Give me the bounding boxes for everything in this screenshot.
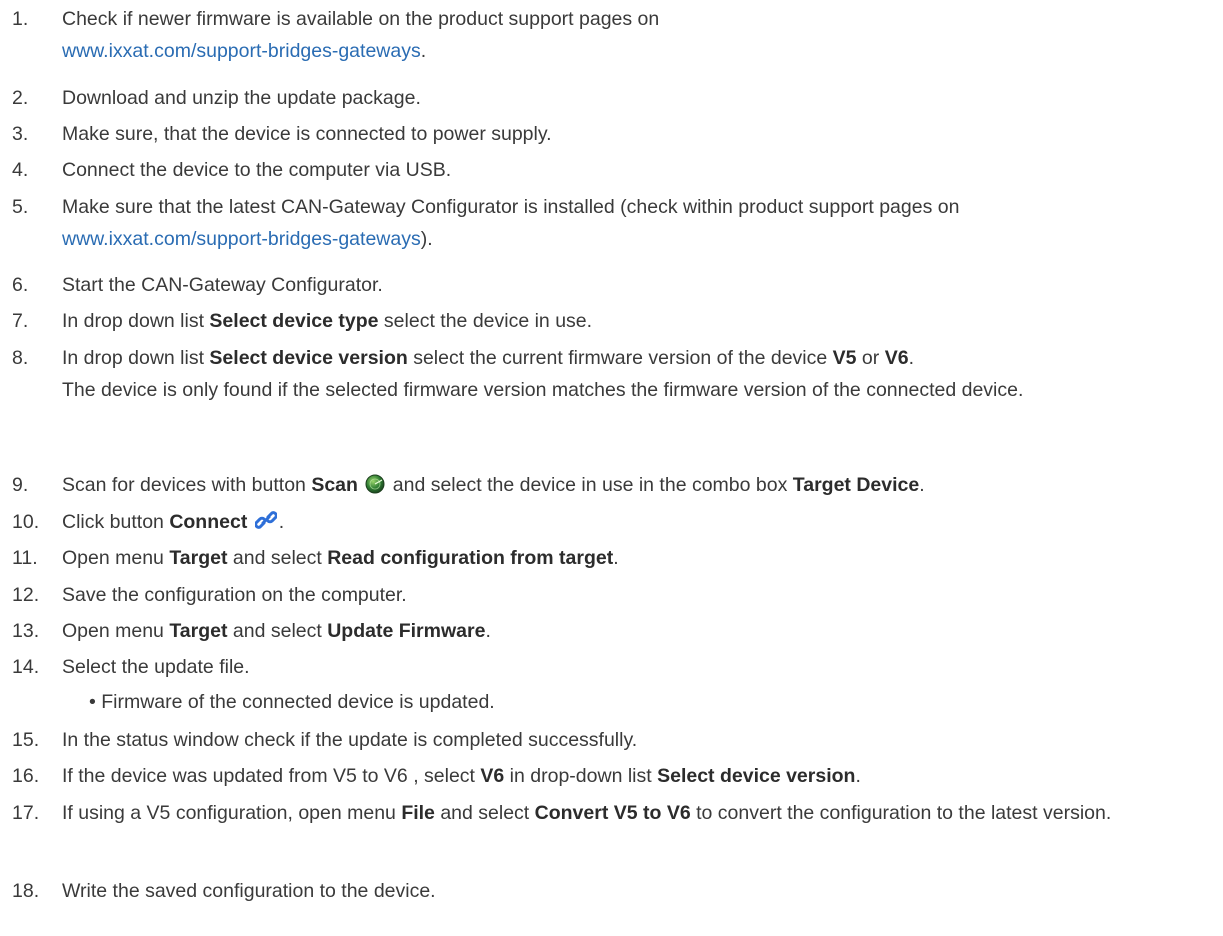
- step-number: 10.: [12, 511, 40, 533]
- step-text: If using a V5 configuration, open menu F…: [62, 801, 1112, 824]
- step-number: 12.: [12, 584, 40, 606]
- step-text: Scan for devices with button Scan and se…: [62, 472, 1202, 501]
- step-note: The device is only found if the selected…: [62, 379, 1024, 401]
- step-text: Open menu Target and select Read configu…: [62, 547, 619, 569]
- step-number: 11.: [12, 547, 38, 569]
- step-text: Connect the device to the computer via U…: [62, 159, 452, 181]
- step-number: 5.: [12, 196, 29, 218]
- step-text: Save the configuration on the computer.: [62, 584, 407, 606]
- step-number: 3.: [12, 123, 29, 145]
- step-number: 13.: [12, 620, 40, 642]
- support-link[interactable]: www.ixxat.com/support-bridges-gateways: [62, 228, 421, 250]
- step-number: 16.: [12, 765, 40, 787]
- step-text: Select the update file.: [62, 656, 250, 678]
- bullet-result: • Firmware of the connected device is up…: [89, 691, 495, 713]
- step-number: 6.: [12, 274, 29, 296]
- step-text: In the status window check if the update…: [62, 729, 638, 751]
- step-text: In drop down list Select device version …: [62, 347, 914, 369]
- step-text: Download and unzip the update package.: [62, 87, 421, 109]
- step-number: 4.: [12, 159, 29, 181]
- step-text: Check if newer firmware is available on …: [62, 7, 660, 63]
- step-text: Start the CAN-Gateway Configurator.: [62, 274, 383, 296]
- step-text: Make sure that the latest CAN-Gateway Co…: [62, 195, 960, 251]
- step-number: 17.: [12, 802, 40, 824]
- step-text: Open menu Target and select Update Firmw…: [62, 620, 491, 642]
- step-text: Write the saved configuration to the dev…: [62, 880, 436, 902]
- chain-link-icon: [253, 509, 278, 538]
- step-text: In drop down list Select device type sel…: [62, 310, 593, 332]
- step-number: 1.: [12, 8, 29, 30]
- radar-scan-icon: [365, 474, 385, 501]
- step-text: Click button Connect .: [62, 509, 1202, 538]
- step-number: 7.: [12, 310, 29, 332]
- step-number: 2.: [12, 87, 29, 109]
- step-number: 8.: [12, 347, 29, 369]
- firmware-update-steps: 1. Check if newer firmware is available …: [0, 0, 1223, 936]
- step-text: Make sure, that the device is connected …: [62, 123, 552, 145]
- step-number: 15.: [12, 729, 40, 751]
- step-text: If the device was updated from V5 to V6 …: [62, 765, 861, 787]
- step-number: 14.: [12, 656, 40, 678]
- support-link[interactable]: www.ixxat.com/support-bridges-gateways: [62, 40, 421, 62]
- step-number: 18.: [12, 880, 40, 902]
- step-number: 9.: [12, 474, 29, 496]
